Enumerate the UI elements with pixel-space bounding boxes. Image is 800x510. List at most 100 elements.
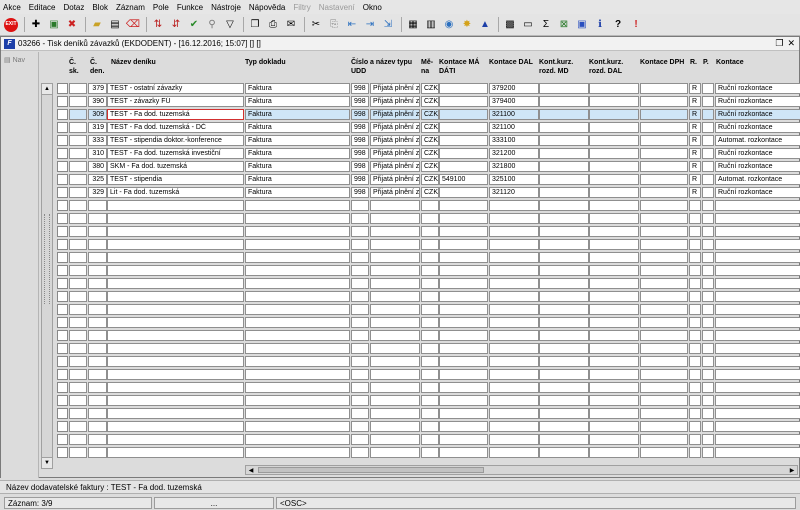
cell-r[interactable]: R <box>689 122 701 133</box>
cell-c1[interactable] <box>69 356 87 367</box>
cell-name[interactable] <box>107 356 244 367</box>
cell-cur[interactable]: CZK <box>421 83 439 94</box>
cell-num[interactable] <box>351 408 369 419</box>
cell-md[interactable] <box>439 265 488 276</box>
cell-den[interactable] <box>88 239 107 250</box>
cell-den[interactable]: 390 <box>88 96 107 107</box>
cell-r[interactable] <box>689 382 701 393</box>
cell-num[interactable]: 998 <box>351 174 369 185</box>
cell-p[interactable] <box>702 343 714 354</box>
cell-md[interactable] <box>439 109 488 120</box>
menu-item-dotaz[interactable]: Dotaz <box>63 3 84 12</box>
paste-icon[interactable]: ⎘ <box>326 17 342 33</box>
cell-dph[interactable] <box>640 109 688 120</box>
row-selector[interactable] <box>57 317 68 328</box>
sum-icon[interactable]: Σ <box>538 17 554 33</box>
cell-dph[interactable] <box>640 135 688 146</box>
cell-md[interactable] <box>439 278 488 289</box>
cell-dal[interactable]: 321100 <box>489 122 539 133</box>
cell-type[interactable] <box>245 330 350 341</box>
cell-md[interactable] <box>439 317 488 328</box>
document-icon[interactable]: ▦ <box>405 17 421 33</box>
cell-kdal[interactable] <box>589 317 639 328</box>
cell-kmd[interactable] <box>539 395 589 406</box>
cell-c1[interactable] <box>69 252 87 263</box>
new-record-icon[interactable]: ✚ <box>28 17 44 33</box>
cell-type[interactable]: Faktura <box>245 135 350 146</box>
cell-kdal[interactable] <box>589 213 639 224</box>
cell-r[interactable] <box>689 265 701 276</box>
cell-num[interactable] <box>351 304 369 315</box>
cell-num[interactable] <box>351 330 369 341</box>
attachment-icon[interactable]: ▭ <box>520 17 536 33</box>
cell-kmd[interactable] <box>539 265 589 276</box>
cell-p[interactable] <box>702 109 714 120</box>
cell-udd[interactable] <box>370 213 420 224</box>
cell-dph[interactable] <box>640 226 688 237</box>
cell-kon[interactable] <box>715 304 800 315</box>
cell-type[interactable]: Faktura <box>245 122 350 133</box>
calculator-icon[interactable]: ▩ <box>502 17 518 33</box>
cell-cur[interactable] <box>421 447 439 458</box>
cell-name[interactable]: TEST - Fa dod. tuzemská <box>107 109 244 120</box>
cell-kdal[interactable] <box>589 291 639 302</box>
delete-record-icon[interactable]: ✖ <box>64 17 80 33</box>
cell-p[interactable] <box>702 356 714 367</box>
cell-name[interactable] <box>107 291 244 302</box>
cell-kmd[interactable] <box>539 161 589 172</box>
cell-cur[interactable] <box>421 330 439 341</box>
cell-den[interactable] <box>88 213 107 224</box>
cell-kdal[interactable] <box>589 252 639 263</box>
cell-md[interactable] <box>439 369 488 380</box>
menu-item-napoveda[interactable]: Nápověda <box>249 3 285 12</box>
cell-dal[interactable] <box>489 200 539 211</box>
cell-r[interactable] <box>689 226 701 237</box>
cell-type[interactable] <box>245 408 350 419</box>
cell-den[interactable] <box>88 317 107 328</box>
menu-item-okno[interactable]: Okno <box>363 3 382 12</box>
row-selector[interactable] <box>57 343 68 354</box>
cell-udd[interactable] <box>370 278 420 289</box>
cell-num[interactable] <box>351 369 369 380</box>
row-selector[interactable] <box>57 83 68 94</box>
cell-c1[interactable] <box>69 317 87 328</box>
menu-item-pole[interactable]: Pole <box>153 3 169 12</box>
cell-md[interactable] <box>439 148 488 159</box>
cell-dph[interactable] <box>640 304 688 315</box>
cell-num[interactable] <box>351 265 369 276</box>
cell-dal[interactable] <box>489 395 539 406</box>
cell-num[interactable]: 998 <box>351 148 369 159</box>
cell-dal[interactable]: 321200 <box>489 148 539 159</box>
cell-type[interactable] <box>245 304 350 315</box>
cell-type[interactable]: Faktura <box>245 109 350 120</box>
cell-kon[interactable] <box>715 330 800 341</box>
cell-cur[interactable] <box>421 421 439 432</box>
cell-r[interactable] <box>689 239 701 250</box>
cell-p[interactable] <box>702 187 714 198</box>
cell-kmd[interactable] <box>539 421 589 432</box>
row-selector[interactable] <box>57 382 68 393</box>
cell-kon[interactable]: Ruční rozkontace <box>715 122 800 133</box>
cell-dph[interactable] <box>640 83 688 94</box>
cell-kdal[interactable] <box>589 122 639 133</box>
cell-den[interactable]: 333 <box>88 135 107 146</box>
cell-c1[interactable] <box>69 421 87 432</box>
cell-name[interactable] <box>107 265 244 276</box>
cell-dph[interactable] <box>640 161 688 172</box>
execute-query-icon[interactable]: ✔ <box>186 17 202 33</box>
cell-kon[interactable]: Automat. rozkontace <box>715 174 800 185</box>
open-folder-icon[interactable]: ▰ <box>89 17 105 33</box>
cell-name[interactable]: TEST - Fa dod. tuzemská investiční <box>107 148 244 159</box>
cell-cur[interactable] <box>421 408 439 419</box>
row-selector[interactable] <box>57 148 68 159</box>
cell-udd[interactable]: Přijatá plnění z <box>370 161 420 172</box>
cell-p[interactable] <box>702 421 714 432</box>
cell-dal[interactable] <box>489 278 539 289</box>
cell-kon[interactable]: Ruční rozkontace <box>715 83 800 94</box>
cell-r[interactable]: R <box>689 174 701 185</box>
cell-dph[interactable] <box>640 434 688 445</box>
cell-c1[interactable] <box>69 369 87 380</box>
cell-cur[interactable] <box>421 265 439 276</box>
cell-cur[interactable] <box>421 343 439 354</box>
cell-den[interactable] <box>88 343 107 354</box>
